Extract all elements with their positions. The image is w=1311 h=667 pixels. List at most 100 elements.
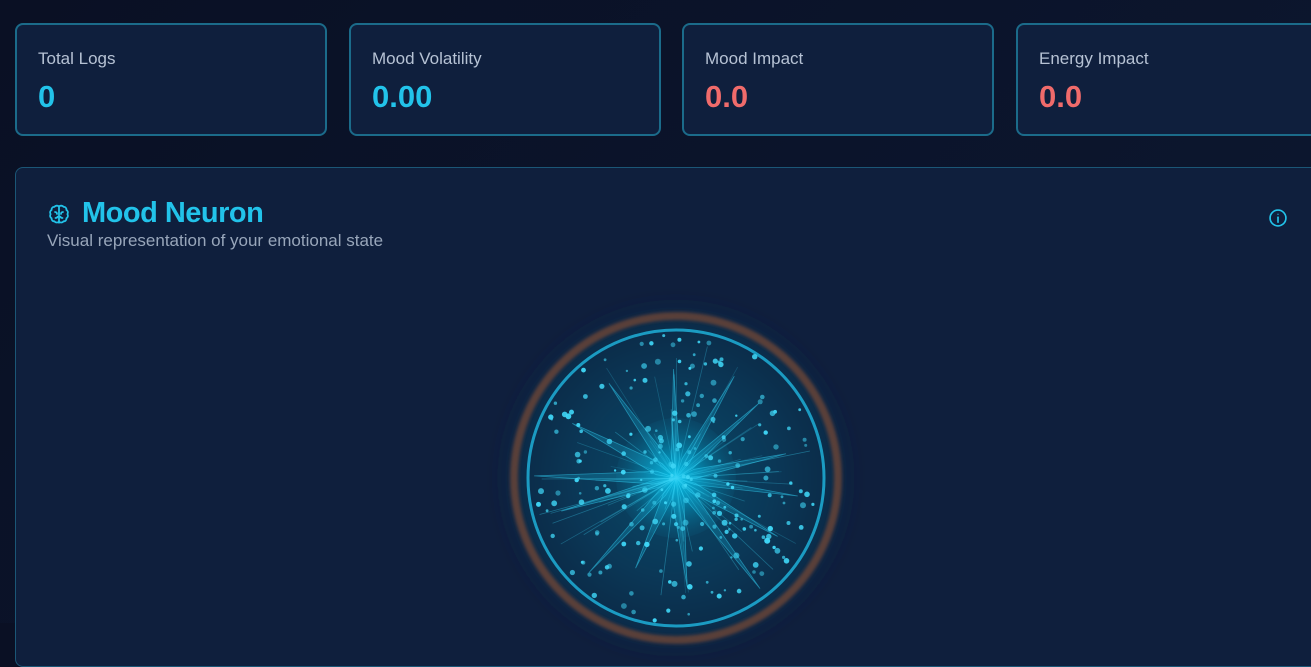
- neuron-node: [658, 451, 660, 453]
- neuron-node: [737, 589, 742, 594]
- neuron-node: [682, 474, 686, 478]
- neuron-node: [723, 506, 726, 509]
- neuron-node: [680, 526, 685, 531]
- neuron-node: [717, 594, 722, 599]
- neuron-node: [719, 536, 722, 539]
- neuron-node: [640, 342, 644, 346]
- neuron-node: [664, 501, 667, 504]
- neuron-node: [787, 521, 791, 525]
- neuron-node: [579, 430, 583, 434]
- neuron-node: [678, 420, 682, 424]
- neuron-node: [669, 477, 674, 482]
- neuron-node: [732, 533, 737, 538]
- neuron-node: [722, 435, 726, 439]
- neuron-node: [717, 511, 722, 516]
- neuron-node: [684, 462, 688, 466]
- neuron-node: [691, 411, 697, 417]
- neuron-node: [671, 514, 676, 519]
- neuron-node: [773, 444, 778, 449]
- neuron-node: [653, 618, 657, 622]
- neuron-node: [706, 581, 709, 584]
- neuron-node: [764, 430, 768, 434]
- panel-subtitle: Visual representation of your emotional …: [47, 231, 383, 251]
- neuron-node: [743, 527, 747, 531]
- neuron-node: [733, 553, 739, 559]
- neuron-node: [799, 525, 804, 530]
- neuron-node: [735, 415, 737, 417]
- neuron-node: [643, 450, 646, 453]
- neuron-node: [728, 528, 731, 531]
- neuron-node: [629, 522, 634, 527]
- neuron-node: [700, 394, 704, 398]
- neuron-node: [655, 429, 658, 432]
- neuron-node: [598, 571, 602, 575]
- neuron-node: [711, 591, 714, 594]
- neuron-node: [787, 427, 791, 431]
- neuron-node: [551, 534, 555, 538]
- neuron-node: [731, 486, 734, 489]
- neuron-node: [694, 447, 697, 450]
- neuron-node: [753, 562, 759, 568]
- neuron-node: [536, 502, 541, 507]
- neuron-node: [784, 558, 790, 564]
- neuron-node: [811, 503, 814, 506]
- neuron-node: [554, 430, 558, 434]
- neuron-node: [762, 535, 766, 539]
- neuron-node: [758, 399, 763, 404]
- neuron-node: [686, 475, 690, 479]
- neuron-node: [631, 610, 636, 615]
- brain-icon: [47, 203, 71, 227]
- neuron-node: [634, 379, 637, 382]
- neuron-node: [650, 470, 654, 474]
- neuron-node: [614, 469, 616, 471]
- neuron-node: [652, 519, 658, 525]
- neuron-node: [688, 435, 691, 438]
- info-icon[interactable]: [1268, 208, 1288, 228]
- neuron-node: [672, 418, 675, 421]
- neuron-node: [626, 370, 628, 372]
- neuron-node: [683, 498, 689, 504]
- neuron-node: [729, 451, 732, 454]
- neuron-node: [662, 522, 665, 525]
- neuron-node: [803, 438, 807, 442]
- neuron-node: [642, 487, 648, 493]
- neuron-node: [581, 368, 586, 373]
- neuron-node: [579, 499, 585, 505]
- neuron-node: [626, 494, 630, 498]
- neuron-node: [629, 433, 632, 436]
- neuron-node: [622, 504, 627, 509]
- neuron-node: [668, 580, 672, 584]
- stat-value: 0.0: [705, 79, 748, 115]
- neuron-node: [804, 444, 807, 447]
- neuron-node: [687, 584, 693, 590]
- neuron-node: [644, 542, 649, 547]
- neuron-node: [672, 581, 678, 587]
- neuron-node: [758, 423, 761, 426]
- neuron-node: [766, 534, 771, 539]
- neuron-node: [781, 495, 784, 498]
- neuron-node: [758, 515, 761, 518]
- neuron-node: [735, 463, 740, 468]
- neuron-node: [650, 461, 653, 464]
- neuron-node: [555, 490, 560, 495]
- neuron-node: [659, 569, 663, 573]
- neuron-node: [712, 511, 716, 515]
- neuron-node: [712, 499, 716, 503]
- mood-neuron-visualization: [486, 288, 866, 667]
- neuron-node: [577, 477, 580, 480]
- neuron-node: [640, 479, 642, 481]
- neuron-node: [759, 571, 764, 576]
- neuron-node: [741, 437, 745, 441]
- neuron-node: [685, 391, 690, 396]
- neuron-node: [641, 363, 647, 369]
- neuron-node: [583, 394, 588, 399]
- neuron-node: [725, 530, 729, 534]
- neuron-node: [686, 413, 691, 418]
- neuron-node: [671, 502, 676, 507]
- neuron-node: [621, 603, 627, 609]
- neuron-node: [696, 403, 700, 407]
- neuron-node: [686, 561, 692, 567]
- neuron-node: [687, 613, 690, 616]
- neuron-node: [698, 341, 701, 344]
- stats-row: Total Logs 0 Mood Volatility 0.00 Mood I…: [15, 23, 1311, 137]
